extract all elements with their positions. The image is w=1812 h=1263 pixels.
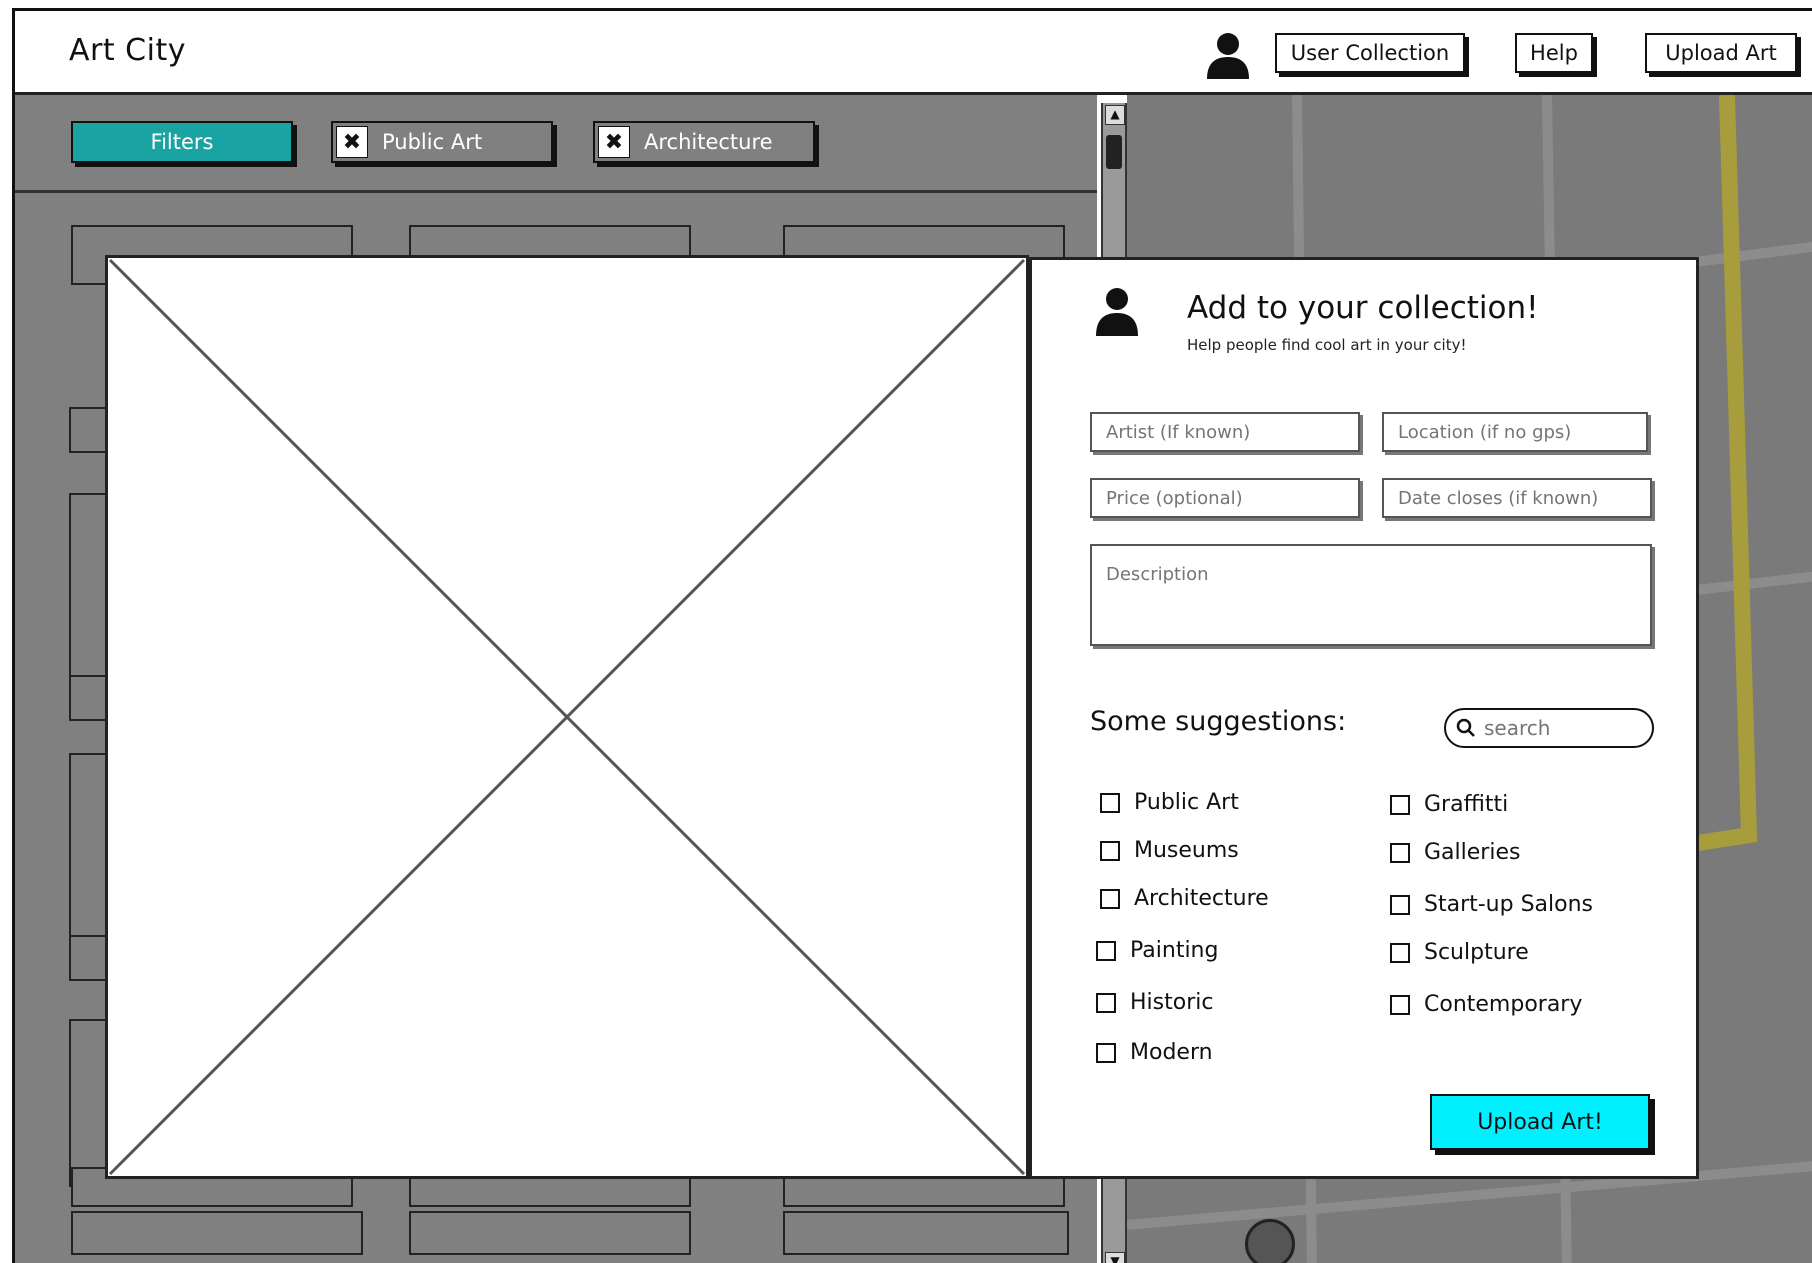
suggestion-checkbox-sculpture[interactable]: Sculpture (1390, 940, 1529, 965)
suggestion-search[interactable] (1444, 708, 1654, 748)
suggestion-checkbox-museums[interactable]: Museums (1100, 838, 1239, 863)
checkbox-label: Museums (1134, 838, 1239, 863)
checkbox[interactable] (1096, 1042, 1116, 1063)
upload-art-submit-button[interactable]: Upload Art! (1430, 1094, 1650, 1150)
list-item[interactable] (409, 1211, 691, 1255)
checkbox[interactable] (1390, 942, 1410, 963)
checkbox-label: Historic (1130, 990, 1214, 1015)
checkbox-label: Painting (1130, 938, 1219, 963)
checkbox-label: Modern (1130, 1040, 1213, 1065)
date-closes-field[interactable] (1382, 478, 1652, 518)
suggestion-checkbox-galleries[interactable]: Galleries (1390, 840, 1520, 865)
checkbox-label: Architecture (1134, 886, 1269, 911)
search-icon (1456, 718, 1475, 737)
checkbox-label: Galleries (1424, 840, 1521, 865)
suggestion-checkbox-painting[interactable]: Painting (1096, 938, 1218, 963)
checkbox[interactable] (1390, 994, 1410, 1015)
description-field[interactable] (1090, 544, 1652, 646)
add-art-form: Add to your collection! Help people find… (1029, 257, 1699, 1179)
list-item[interactable] (69, 493, 109, 679)
checkbox-label: Sculpture (1424, 940, 1529, 965)
checkbox-label: Public Art (1134, 790, 1239, 815)
suggestion-checkbox-public-art[interactable]: Public Art (1100, 790, 1239, 815)
remove-icon[interactable]: ✖ (336, 126, 368, 158)
checkbox[interactable] (1100, 792, 1120, 813)
price-field[interactable] (1090, 478, 1360, 518)
list-item[interactable] (69, 935, 109, 981)
suggestion-checkbox-graffitti[interactable]: Graffitti (1390, 792, 1508, 817)
form-title: Add to your collection! (1187, 290, 1539, 326)
filter-tag-public-art: ✖ Public Art (331, 121, 553, 163)
checkbox[interactable] (1390, 894, 1410, 915)
user-icon (1094, 286, 1140, 338)
help-button[interactable]: Help (1515, 33, 1593, 73)
checkbox[interactable] (1390, 794, 1410, 815)
list-item[interactable] (71, 1211, 363, 1255)
app-title: Art City (69, 33, 186, 68)
checkbox[interactable] (1100, 840, 1120, 861)
artist-field[interactable] (1090, 412, 1360, 452)
checkbox-label: Contemporary (1424, 992, 1583, 1017)
top-header: Art City User Collection Help Upload Art (15, 11, 1812, 95)
list-item[interactable] (69, 1019, 109, 1187)
remove-icon[interactable]: ✖ (598, 126, 630, 158)
filters-button[interactable]: Filters (71, 121, 293, 163)
user-collection-button[interactable]: User Collection (1275, 33, 1465, 73)
checkbox[interactable] (1390, 842, 1410, 863)
location-field[interactable] (1382, 412, 1648, 452)
checkbox-label: Start-up Salons (1424, 892, 1594, 917)
suggestion-checkbox-contemporary[interactable]: Contemporary (1390, 992, 1582, 1017)
scroll-up-icon[interactable]: ▲ (1105, 105, 1125, 125)
app-window: Art City User Collection Help Upload Art… (12, 8, 1812, 1263)
search-input[interactable] (1482, 715, 1636, 741)
suggestion-checkbox-architecture[interactable]: Architecture (1100, 886, 1269, 911)
scroll-down-icon[interactable]: ▼ (1105, 1252, 1125, 1263)
user-icon[interactable] (1205, 31, 1251, 81)
filter-tag-label: Public Art (382, 130, 483, 154)
scroll-thumb[interactable] (1106, 135, 1122, 169)
image-placeholder-icon (108, 258, 1026, 1176)
upload-art-button[interactable]: Upload Art (1645, 33, 1797, 73)
suggestion-checkbox-modern[interactable]: Modern (1096, 1040, 1213, 1065)
list-item[interactable] (783, 1211, 1069, 1255)
list-item[interactable] (69, 407, 109, 453)
suggestion-checkbox-start-up-salons[interactable]: Start-up Salons (1390, 892, 1593, 917)
art-image-placeholder[interactable] (105, 255, 1029, 1179)
list-item[interactable] (69, 675, 109, 721)
checkbox[interactable] (1100, 888, 1120, 909)
filter-bar: Filters ✖ Public Art ✖ Architecture (15, 95, 1097, 193)
filter-tag-architecture: ✖ Architecture (593, 121, 815, 163)
checkbox[interactable] (1096, 992, 1116, 1013)
filter-tag-label: Architecture (644, 130, 773, 154)
checkbox-label: Graffitti (1424, 792, 1509, 817)
checkbox[interactable] (1096, 940, 1116, 961)
map-pin-icon[interactable] (1245, 1219, 1295, 1263)
list-item[interactable] (69, 753, 109, 939)
form-subtitle: Help people find cool art in your city! (1187, 336, 1467, 354)
suggestion-checkbox-historic[interactable]: Historic (1096, 990, 1213, 1015)
suggestions-title: Some suggestions: (1090, 706, 1347, 737)
